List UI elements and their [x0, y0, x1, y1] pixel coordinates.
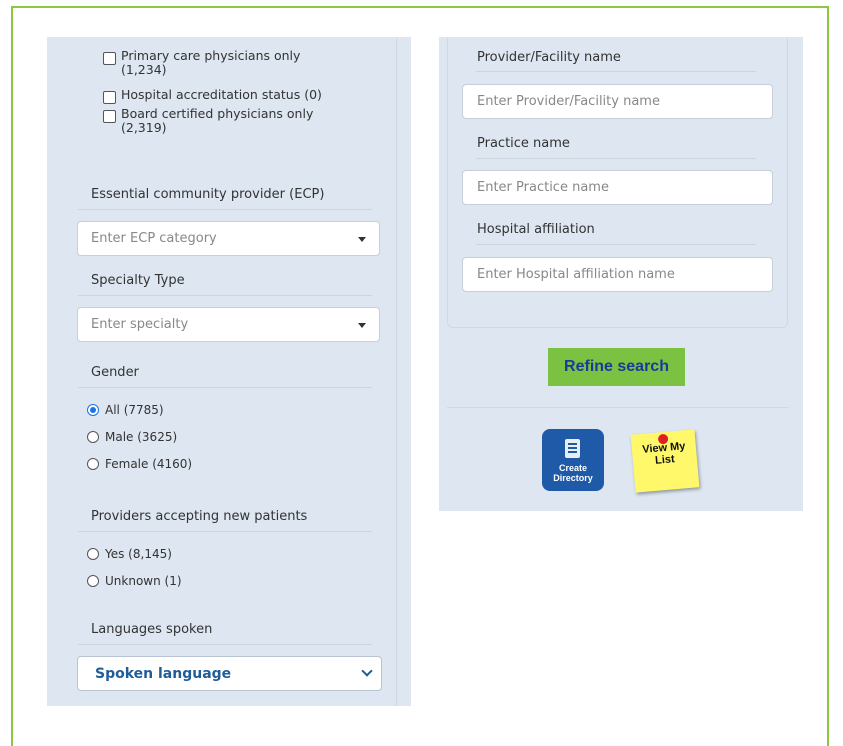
checkbox-label: Hospital accreditation status (0) [121, 87, 322, 102]
chevron-down-icon [361, 665, 373, 677]
create-directory-label: Create Directory [553, 463, 593, 483]
divider [476, 158, 756, 159]
languages-label: Languages spoken [91, 622, 213, 637]
document-icon [565, 439, 580, 458]
checkbox-primary-care[interactable]: Primary care physicians only (1,234) [103, 49, 341, 77]
radio-label: Male (3625) [105, 430, 178, 444]
checkbox-hospital-accreditation[interactable]: Hospital accreditation status (0) [103, 88, 341, 104]
gender-label: Gender [91, 365, 139, 380]
divider [476, 244, 756, 245]
radio-label: Unknown (1) [105, 574, 182, 588]
gender-option-female[interactable]: Female (4160) [87, 457, 192, 471]
practice-name-input[interactable]: Enter Practice name [462, 170, 773, 205]
checkbox-box[interactable] [103, 52, 116, 65]
checkbox-box[interactable] [103, 91, 116, 104]
gender-option-male[interactable]: Male (3625) [87, 430, 177, 444]
divider [78, 387, 372, 388]
specialty-placeholder: Enter specialty [91, 317, 189, 332]
divider [78, 209, 372, 210]
radio-label: All (7785) [105, 403, 164, 417]
ecp-label: Essential community provider (ECP) [91, 187, 325, 202]
radio-button[interactable] [87, 548, 99, 560]
ecp-placeholder: Enter ECP category [91, 231, 217, 246]
spoken-language-select[interactable]: Spoken language [77, 656, 382, 691]
radio-label: Yes (8,145) [105, 547, 172, 561]
specialty-label: Specialty Type [91, 273, 185, 288]
caret-down-icon [358, 237, 366, 242]
caret-down-icon [358, 323, 366, 328]
panel-divider [396, 37, 397, 706]
radio-button[interactable] [87, 404, 99, 416]
hospital-affiliation-label: Hospital affiliation [477, 222, 595, 237]
divider [447, 407, 788, 408]
radio-button[interactable] [87, 575, 99, 587]
hospital-affiliation-input[interactable]: Enter Hospital affiliation name [462, 257, 773, 292]
ecp-category-select[interactable]: Enter ECP category [77, 221, 380, 256]
divider [476, 71, 756, 72]
refine-search-button[interactable]: Refine search [548, 348, 685, 386]
view-my-list-label: View My List [641, 440, 686, 467]
specialty-select[interactable]: Enter specialty [77, 307, 380, 342]
view-my-list-button[interactable]: View My List [630, 429, 700, 493]
practice-name-label: Practice name [477, 136, 570, 151]
spoken-language-value: Spoken language [95, 666, 232, 682]
divider [78, 531, 372, 532]
checkbox-board-certified[interactable]: Board certified physicians only (2,319) [103, 107, 341, 135]
new-patients-option-yes[interactable]: Yes (8,145) [87, 547, 172, 561]
radio-button[interactable] [87, 431, 99, 443]
new-patients-label: Providers accepting new patients [91, 509, 308, 524]
checkbox-box[interactable] [103, 110, 116, 123]
checkbox-label: Board certified physicians only (2,319) [121, 106, 314, 135]
radio-label: Female (4160) [105, 457, 193, 471]
divider [78, 644, 372, 645]
provider-name-input[interactable]: Enter Provider/Facility name [462, 84, 773, 119]
gender-option-all[interactable]: All (7785) [87, 403, 164, 417]
provider-name-label: Provider/Facility name [477, 50, 621, 65]
divider [78, 295, 372, 296]
new-patients-option-unknown[interactable]: Unknown (1) [87, 574, 182, 588]
radio-button[interactable] [87, 458, 99, 470]
checkbox-label: Primary care physicians only (1,234) [121, 48, 301, 77]
create-directory-button[interactable]: Create Directory [542, 429, 604, 491]
